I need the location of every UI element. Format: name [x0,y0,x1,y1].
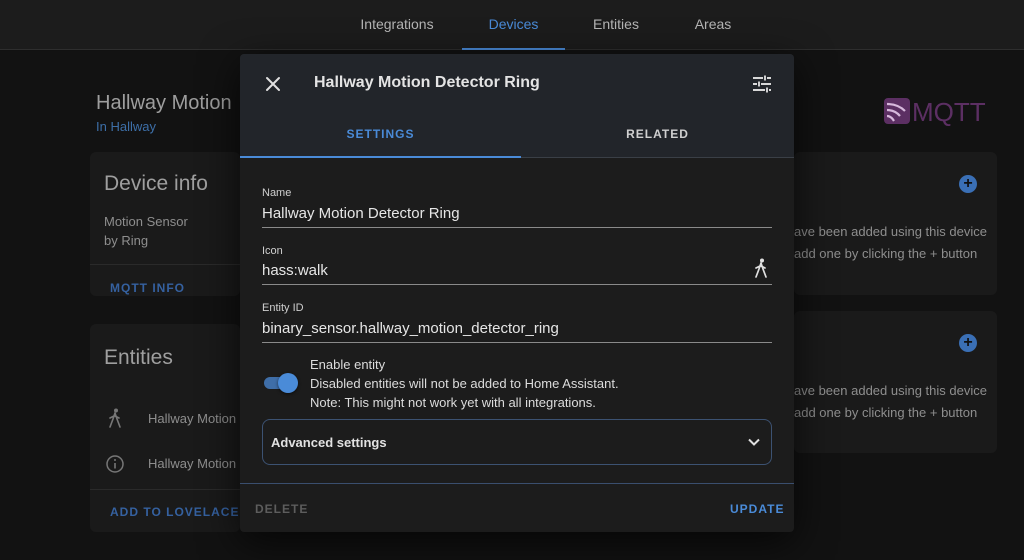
icon-input[interactable]: hass:walk [262,262,772,285]
entity-settings-dialog: Hallway Motion Detector Ring SETTINGS RE… [240,54,794,532]
tab-areas[interactable]: Areas [670,0,756,50]
walk-icon [755,258,767,278]
tab-related[interactable]: RELATED [521,114,794,158]
tab-devices[interactable]: Devices [462,0,565,50]
right-card-text: ave been added using this device [794,383,987,398]
entity-row-label[interactable]: Hallway Motion [148,454,236,473]
card-divider [90,264,240,265]
device-model: Motion Sensor [104,214,188,229]
advanced-settings-label: Advanced settings [271,435,387,450]
device-info-title: Device info [104,172,208,195]
mqtt-info-button[interactable]: MQTT INFO [110,281,185,295]
name-field-label: Name [262,187,292,199]
chevron-down-icon [748,438,760,446]
info-icon [106,455,124,473]
dialog-footer-divider [240,483,794,484]
tab-settings[interactable]: SETTINGS [240,114,521,158]
device-info-card: Device info Motion Sensor by Ring MQTT I… [90,152,240,296]
right-card-text: add one by clicking the + button [794,405,978,420]
entity-id-input[interactable]: binary_sensor.hallway_motion_detector_ri… [262,320,772,343]
add-plus-icon[interactable]: + [959,175,977,193]
mqtt-logo-text: MQTT [912,97,986,126]
dialog-header: Hallway Motion Detector Ring SETTINGS RE… [240,54,794,158]
device-area-link[interactable]: In Hallway [96,119,156,134]
right-card-automations: + ave been added using this device add o… [794,152,997,295]
walk-icon [109,408,121,428]
icon-field-label: Icon [262,245,283,257]
entity-id-field-label: Entity ID [262,302,304,314]
enable-entity-note: Disabled entities will not be added to H… [310,376,619,391]
dialog-title: Hallway Motion Detector Ring [314,74,540,91]
entity-row-label[interactable]: Hallway Motion [148,409,236,428]
card-divider [90,489,240,490]
top-tab-bar: Integrations Devices Entities Areas [0,0,1024,50]
device-manufacturer: by Ring [104,233,149,248]
name-input[interactable]: Hallway Motion Detector Ring [262,205,772,228]
add-to-lovelace-button[interactable]: ADD TO LOVELACE [110,505,239,519]
close-icon[interactable] [260,71,286,97]
enable-entity-note: Note: This might not work yet with all i… [310,395,596,410]
mqtt-logo: MQTT [884,97,986,126]
entities-title: Entities [104,346,173,369]
device-title: Hallway Motion [96,92,232,114]
update-button[interactable]: UPDATE [730,502,784,516]
add-plus-icon[interactable]: + [959,334,977,352]
right-card-scenes: + ave been added using this device add o… [794,311,997,453]
delete-button[interactable]: DELETE [255,502,308,516]
entities-card: Entities Hallway Motion Hallway Motion A… [90,324,240,532]
enable-entity-label: Enable entity [310,357,386,372]
tab-entities[interactable]: Entities [571,0,661,50]
tab-integrations[interactable]: Integrations [338,0,456,50]
toggle-thumb[interactable] [278,373,298,393]
right-card-text: add one by clicking the + button [794,246,978,261]
right-card-text: ave been added using this device [794,224,987,239]
tune-icon[interactable] [750,72,774,96]
advanced-settings-expander[interactable]: Advanced settings [262,419,772,465]
